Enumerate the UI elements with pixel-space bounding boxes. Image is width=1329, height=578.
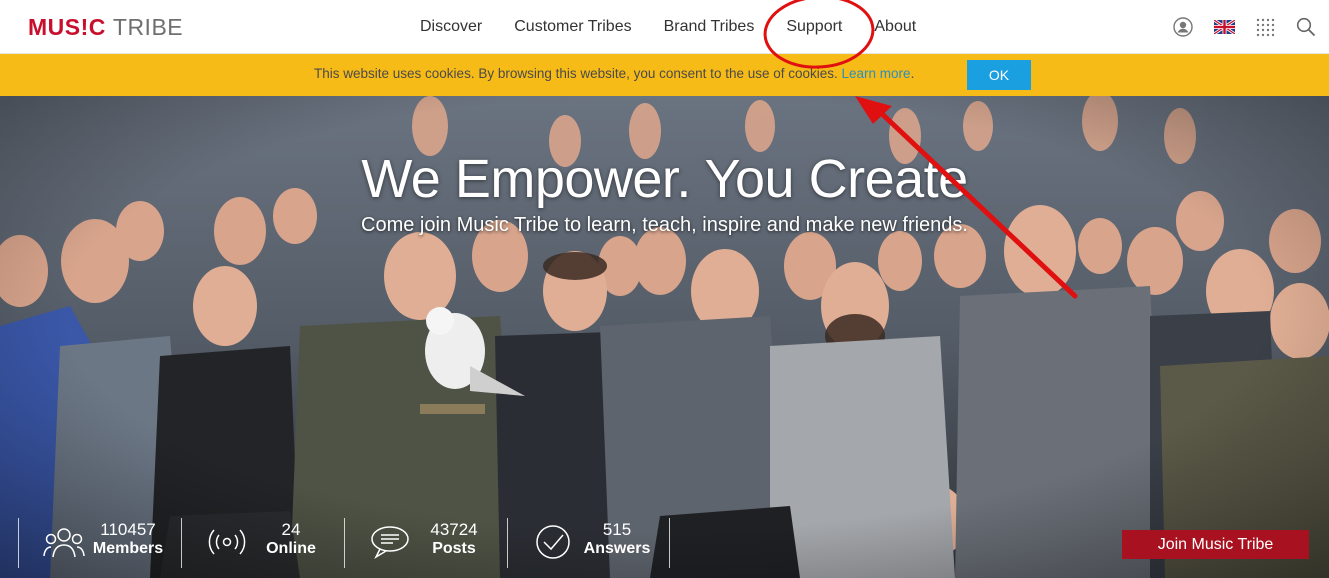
stat-answers-label: Answers: [583, 540, 651, 557]
music-tribe-logo[interactable]: MUS!C TRIBE: [28, 13, 183, 41]
uk-flag-icon[interactable]: [1213, 16, 1235, 38]
stat-members-value: 110457: [100, 520, 156, 539]
hero-subtitle: Come join Music Tribe to learn, teach, i…: [361, 214, 968, 236]
hero-banner: We Empower. You Create Come join Music T…: [0, 96, 1329, 578]
members-icon: [43, 528, 85, 558]
main-nav: Discover Customer Tribes Brand Tribes Su…: [404, 0, 932, 54]
learn-more-link[interactable]: Learn more: [842, 66, 911, 81]
online-icon: [208, 529, 246, 555]
header-icons: [1153, 0, 1317, 54]
stat-answers: 515 Answers: [507, 518, 670, 568]
nav-discover[interactable]: Discover: [420, 18, 482, 36]
apps-grid-icon[interactable]: [1254, 16, 1276, 38]
cookie-ok-button[interactable]: OK: [967, 60, 1031, 90]
stat-posts-label: Posts: [432, 540, 476, 557]
community-stats: 110457 Members 24 Online 43724 Posts 515…: [18, 518, 670, 568]
stat-online-value: 24: [281, 520, 301, 539]
cookie-text: This website uses cookies. By browsing t…: [314, 66, 842, 81]
nav-brand-tribes[interactable]: Brand Tribes: [664, 18, 755, 36]
stat-members-label: Members: [92, 540, 164, 557]
stat-online-label: Online: [266, 540, 316, 557]
search-icon[interactable]: [1295, 16, 1317, 38]
logo-text-tribe: TRIBE: [112, 14, 184, 40]
cookie-banner: This website uses cookies. By browsing t…: [0, 54, 1329, 96]
stat-online: 24 Online: [181, 518, 344, 568]
join-music-tribe-button[interactable]: Join Music Tribe: [1122, 530, 1309, 559]
user-icon[interactable]: [1172, 16, 1194, 38]
nav-customer-tribes[interactable]: Customer Tribes: [514, 18, 631, 36]
answers-icon: [536, 525, 570, 559]
stat-posts: 43724 Posts: [344, 518, 507, 568]
site-header: MUS!C TRIBE Discover Customer Tribes Bran…: [0, 0, 1329, 54]
stat-posts-value: 43724: [430, 520, 478, 539]
stat-members: 110457 Members: [18, 518, 181, 568]
posts-icon: [371, 526, 409, 559]
stat-answers-value: 515: [602, 520, 632, 539]
nav-support[interactable]: Support: [786, 18, 842, 36]
hero-title: We Empower. You Create: [361, 149, 968, 209]
logo-text-music: MUS!C: [28, 14, 106, 40]
cookie-message: This website uses cookies. By browsing t…: [314, 66, 915, 81]
nav-about[interactable]: About: [874, 18, 916, 36]
